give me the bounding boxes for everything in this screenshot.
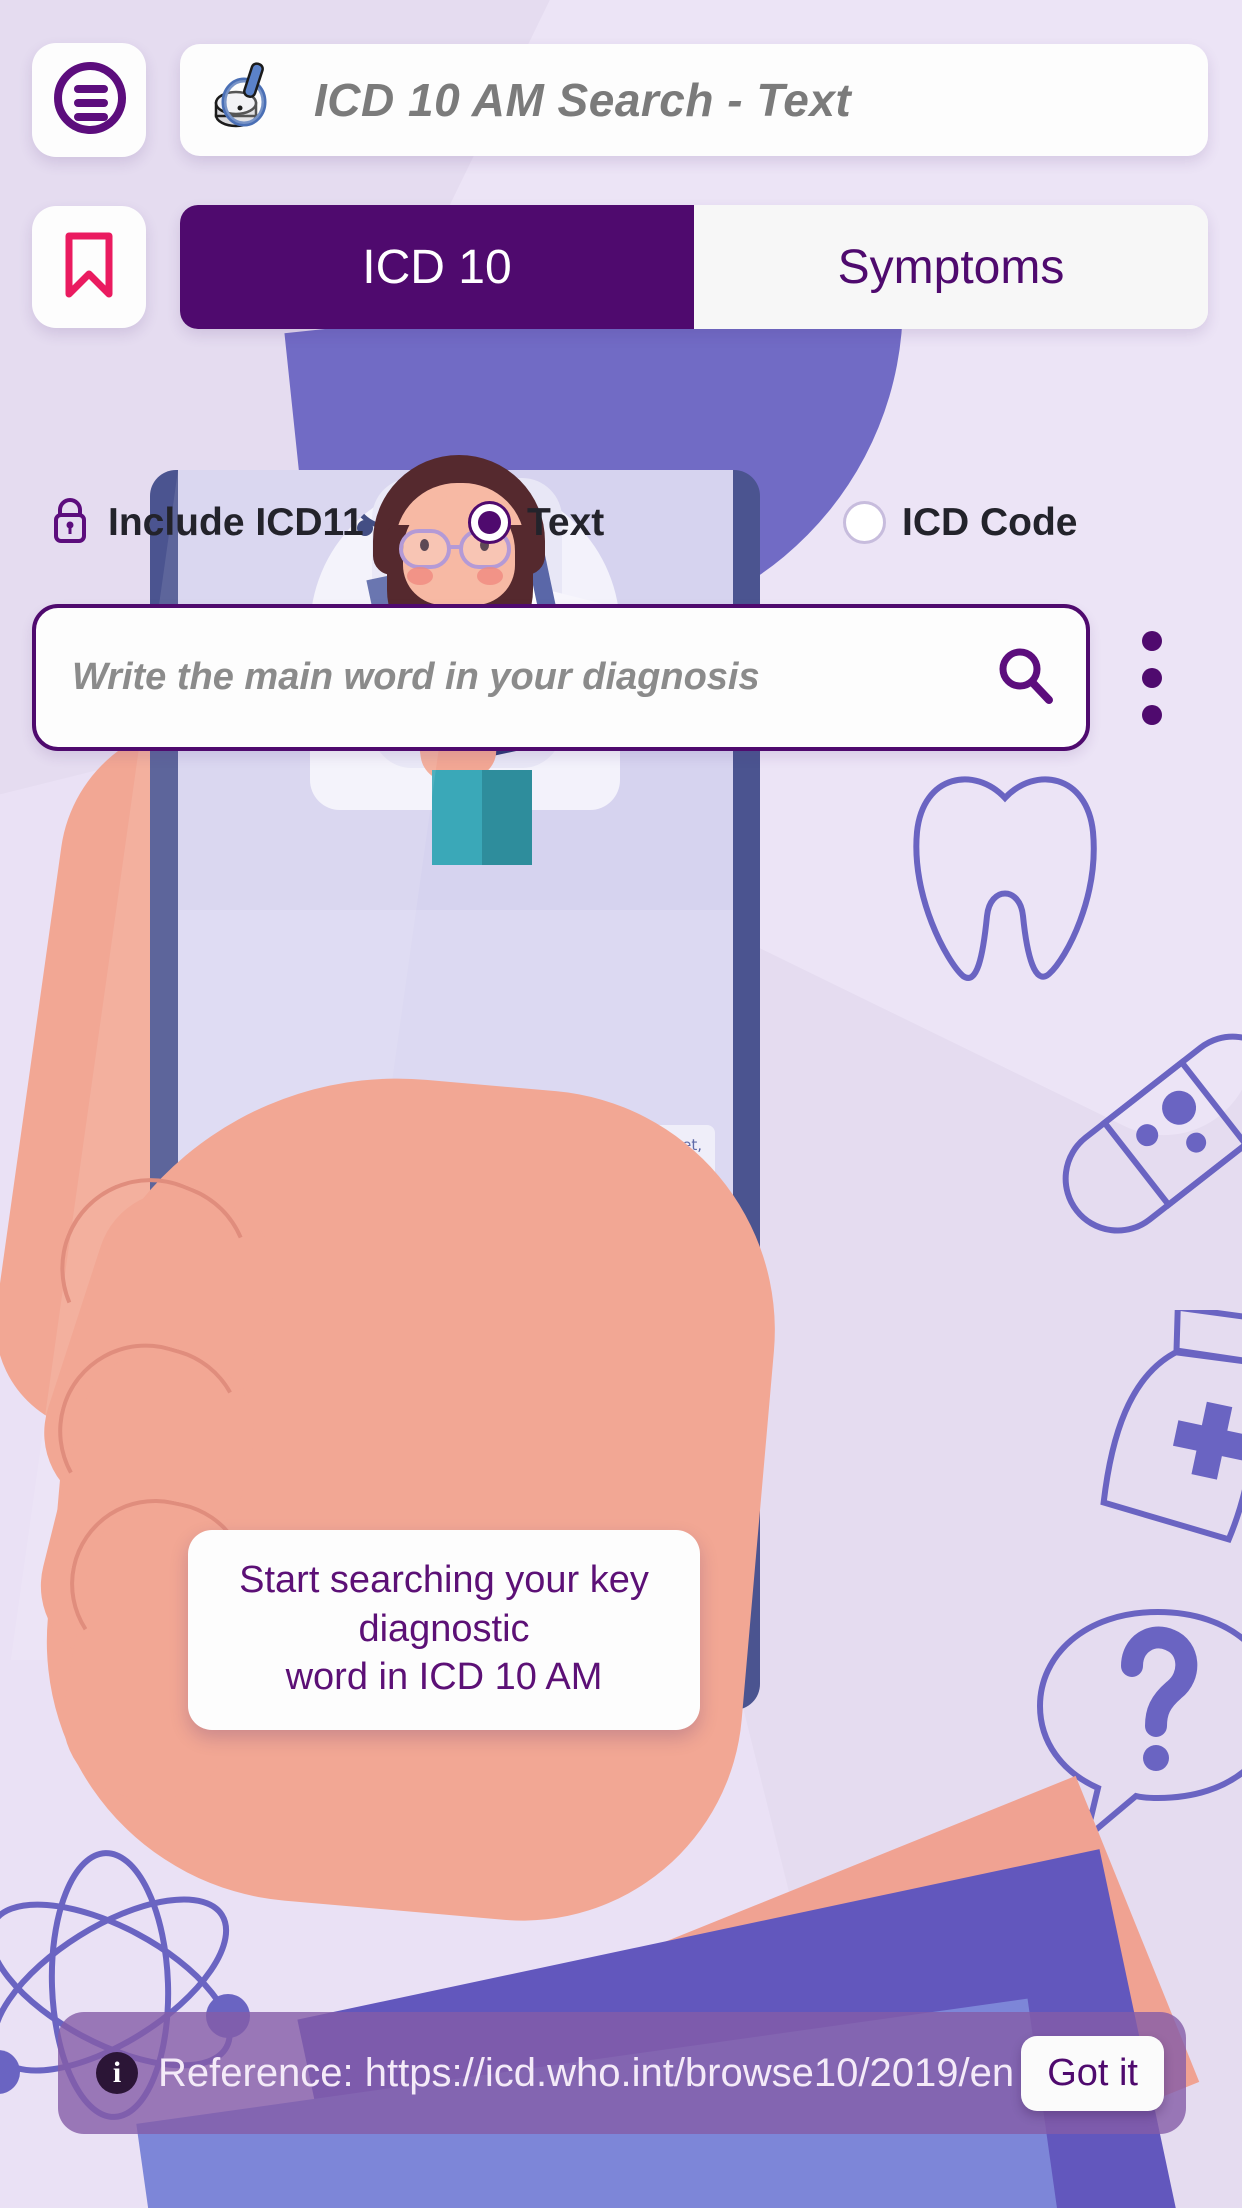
options-row: Include ICD11 Text ICD Code: [48, 495, 1208, 550]
menu-button[interactable]: [32, 43, 146, 157]
search-input[interactable]: [72, 656, 994, 699]
search-row: [32, 604, 1176, 751]
coachmark-tooltip: Start searching your key diagnostic word…: [188, 1530, 700, 1730]
tooltip-line-2: word in ICD 10 AM: [285, 1656, 603, 1699]
reference-text[interactable]: Reference: https://icd.who.int/browse10/…: [158, 2051, 1014, 2096]
radio-icd-code-label: ICD Code: [902, 500, 1078, 544]
info-icon: i: [96, 2052, 138, 2094]
reference-bar: i Reference: https://icd.who.int/browse1…: [58, 2012, 1186, 2134]
tabs-row: ICD 10 Symptoms: [32, 205, 1208, 329]
kebab-menu-icon[interactable]: [1128, 623, 1176, 733]
app-ui-layer: ICD 10 AM Search - Text ICD 10 Symptoms: [0, 0, 1242, 2208]
search-icon[interactable]: [994, 644, 1056, 711]
include-icd11-label: Include ICD11: [108, 500, 364, 544]
magnifier-stamp-icon: [206, 57, 288, 144]
tooltip-line-1: Start searching your key diagnostic: [239, 1559, 649, 1650]
tab-symptoms-label: Symptoms: [837, 240, 1065, 294]
segmented-tabs: ICD 10 Symptoms: [180, 205, 1208, 329]
radio-text-option[interactable]: Text: [468, 501, 843, 545]
radio-text-dot: [478, 511, 501, 534]
hamburger-circle-icon: [50, 59, 128, 142]
bookmark-button[interactable]: [32, 206, 146, 328]
lock-icon: [48, 495, 92, 550]
kebab-dot-1: [1142, 630, 1162, 651]
title-bar: ICD 10 AM Search - Text: [180, 44, 1208, 156]
radio-text-control[interactable]: [468, 501, 511, 544]
radio-icd-code-option[interactable]: ICD Code: [843, 501, 1203, 545]
page-title: ICD 10 AM Search - Text: [314, 74, 852, 126]
radio-icd-code-control[interactable]: [843, 501, 886, 544]
tab-icd-10[interactable]: ICD 10: [180, 205, 694, 329]
kebab-dot-2: [1142, 667, 1162, 688]
search-box[interactable]: [32, 604, 1090, 751]
radio-text-label: Text: [527, 500, 605, 544]
tab-symptoms[interactable]: Symptoms: [694, 205, 1208, 329]
kebab-dot-3: [1142, 704, 1162, 725]
tab-icd-10-label: ICD 10: [362, 240, 512, 294]
bookmark-icon: [57, 228, 121, 307]
app-screen: Lorem ipsum dolor sit amet, consectetuer…: [0, 0, 1242, 2208]
got-it-button[interactable]: Got it: [1021, 2035, 1164, 2111]
include-icd11-option[interactable]: Include ICD11: [48, 495, 468, 550]
header-row: ICD 10 AM Search - Text: [32, 43, 1208, 157]
